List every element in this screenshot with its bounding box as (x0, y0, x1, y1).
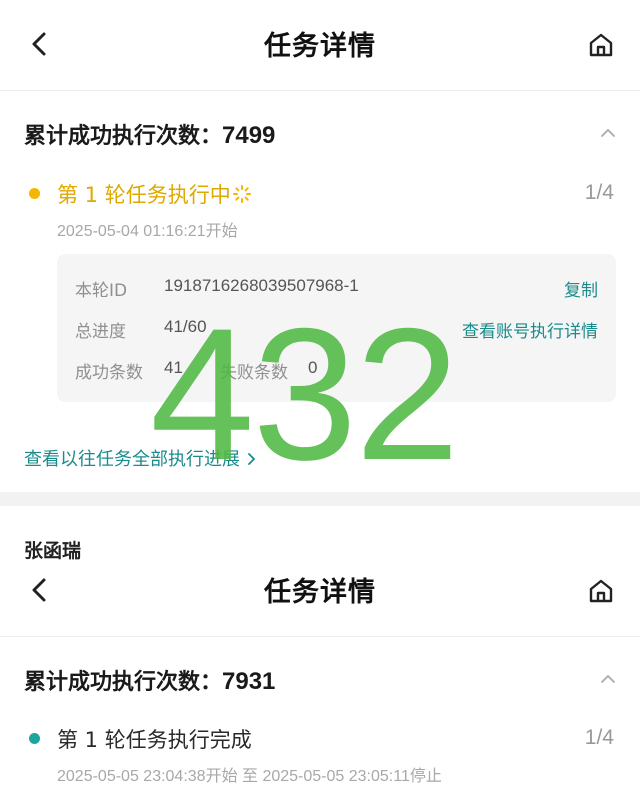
view-history-link[interactable]: 查看以往任务全部执行进展 (24, 445, 258, 471)
round-title-2: 第 1 轮任务执行完成 (57, 728, 252, 752)
status-dot-running (29, 188, 40, 199)
top-nav-bar: 任务详情 (0, 0, 640, 90)
round-time-range: 2025-05-05 23:04:38开始 至 2025-05-05 23:05… (57, 768, 442, 785)
header-divider-2 (0, 636, 640, 637)
home-icon (589, 579, 613, 603)
chevron-right-icon (247, 453, 256, 465)
loading-spinner-icon (232, 185, 251, 203)
progress-label: 总进度 (75, 322, 126, 342)
round-title: 第 1 轮任务执行中 (57, 179, 252, 209)
chevron-up-icon[interactable] (598, 672, 618, 686)
progress-value: 41/60 (164, 317, 207, 336)
total-success-value-2: 7931 (222, 668, 276, 695)
total-success-label: 累计成功执行次数： (24, 124, 223, 149)
home-icon (589, 33, 613, 57)
round-start-time: 2025-05-04 01:16:21开始 (57, 223, 238, 240)
total-success-label-2: 累计成功执行次数： (24, 670, 223, 695)
chevron-up-icon[interactable] (598, 126, 618, 140)
round-detail-card: 本轮ID 1918716268039507968-1 复制 总进度 41/60 … (57, 254, 616, 402)
status-dot-complete (29, 733, 40, 744)
total-success-value: 7499 (222, 122, 276, 149)
round-id-label: 本轮ID (75, 281, 128, 301)
fail-count-value: 0 (308, 358, 318, 377)
page-title: 任务详情 (264, 31, 376, 62)
round-title-text: 第 1 轮任务执行中 (57, 183, 231, 207)
success-count-value: 41 (164, 358, 183, 377)
home-button[interactable] (584, 28, 618, 62)
round-count: 1/4 (584, 181, 614, 204)
home-button-2[interactable] (584, 574, 618, 608)
round-id-value: 1918716268039507968-1 (164, 276, 359, 295)
view-account-details-link[interactable]: 查看账号执行详情 (462, 317, 598, 342)
page-title-2: 任务详情 (264, 577, 376, 608)
total-success-count: 累计成功执行次数：7499 (24, 118, 275, 150)
total-success-count-2: 累计成功执行次数：7931 (24, 664, 275, 696)
section-separator (0, 492, 640, 506)
top-nav-bar-2: 任务详情 (0, 546, 640, 636)
round-count-2: 1/4 (584, 726, 614, 749)
fail-count-label: 失败条数 (220, 363, 288, 383)
view-history-label: 查看以往任务全部执行进展 (24, 449, 240, 470)
success-count-label: 成功条数 (75, 363, 143, 383)
header-divider (0, 90, 640, 91)
copy-button[interactable]: 复制 (564, 276, 598, 301)
